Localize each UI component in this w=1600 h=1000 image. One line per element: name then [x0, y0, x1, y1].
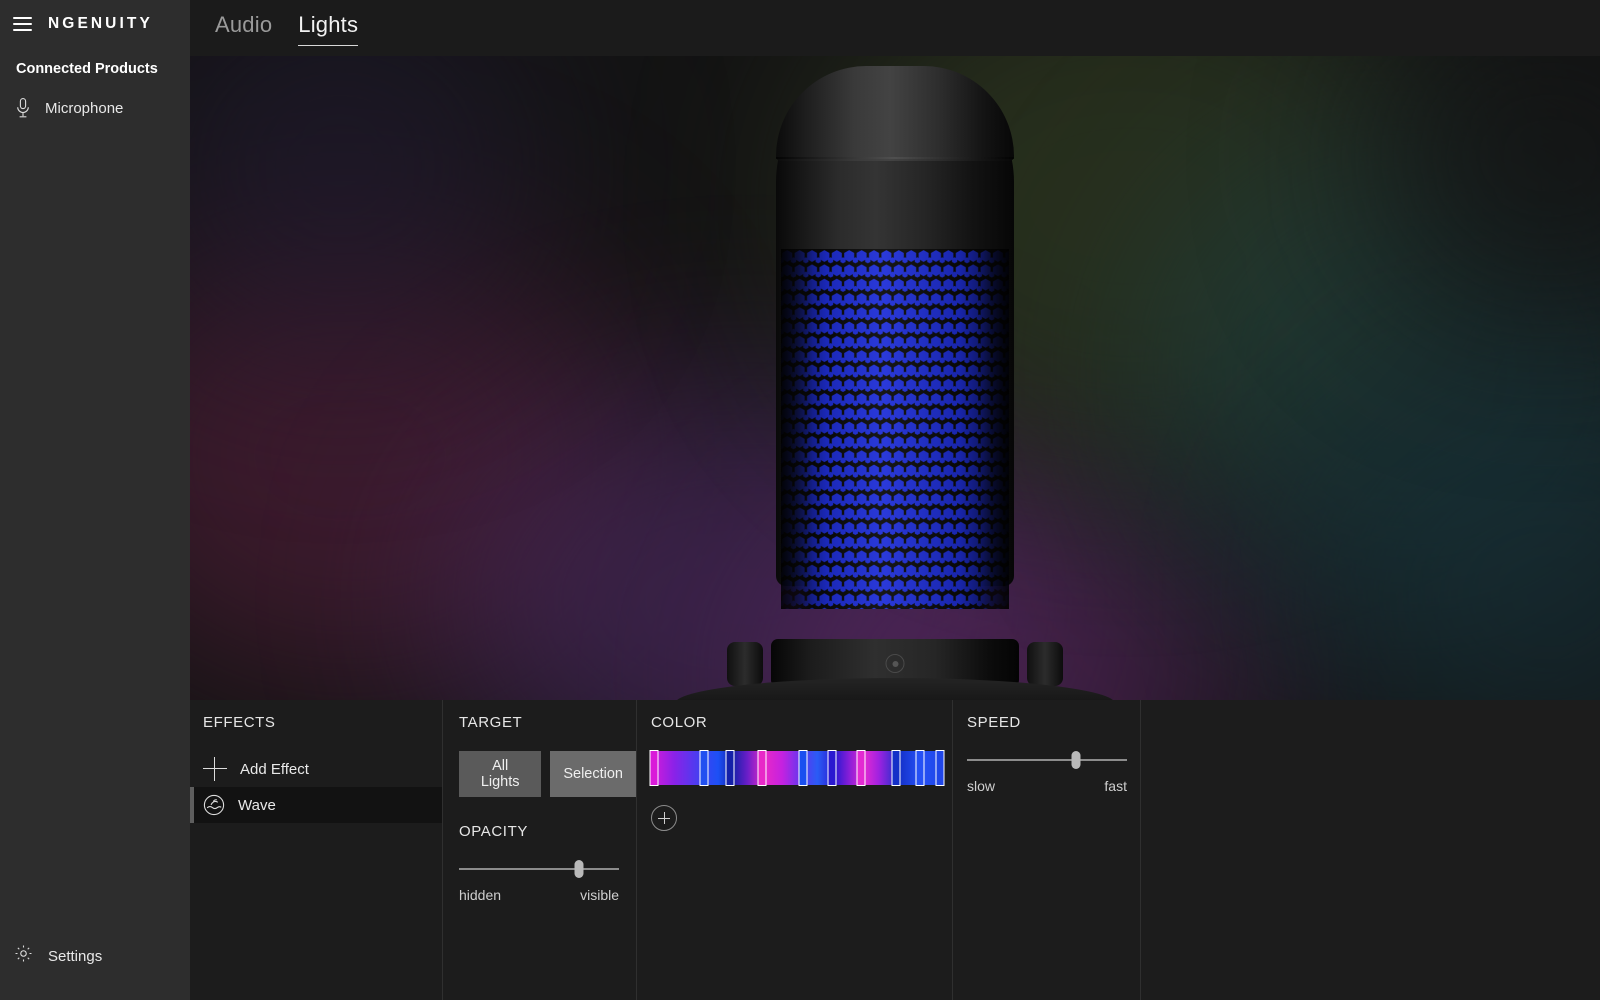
color-stop-handle[interactable]: [798, 750, 808, 786]
speed-slider-track: [967, 759, 1127, 761]
effect-item-label: Wave: [238, 796, 276, 814]
led-hex-array: [781, 249, 1009, 609]
add-color-button[interactable]: [651, 805, 677, 831]
color-stop-handle[interactable]: [915, 750, 925, 786]
effects-heading: EFFECTS: [203, 714, 276, 731]
add-effect-button[interactable]: Add Effect: [190, 751, 442, 787]
led-grille: [781, 249, 1009, 609]
target-selection-button[interactable]: Selection: [550, 751, 636, 797]
color-heading: COLOR: [651, 714, 708, 731]
speed-max-label: fast: [1104, 778, 1127, 794]
target-button-group: All Lights Selection: [459, 751, 636, 797]
opacity-max-label: visible: [580, 887, 619, 903]
effects-column: EFFECTS Add Effect Wave: [190, 700, 442, 1000]
color-stop-handle[interactable]: [649, 750, 659, 786]
mic-cap-seam: [776, 157, 1014, 159]
hamburger-icon[interactable]: [13, 17, 32, 31]
tab-lights[interactable]: Lights: [298, 0, 359, 46]
opacity-heading: OPACITY: [459, 823, 528, 840]
plus-icon: [203, 757, 227, 781]
brand-row: NGENUITY: [0, 0, 190, 48]
panel-empty-space: [1140, 700, 1600, 1000]
speed-slider[interactable]: [967, 751, 1127, 769]
app-window: NGENUITY Connected Products Microphone S…: [0, 0, 1600, 1000]
color-column: COLOR: [636, 700, 952, 1000]
target-all-lights-button[interactable]: All Lights: [459, 751, 542, 797]
opacity-slider-track: [459, 868, 619, 870]
effect-item-wave[interactable]: Wave: [190, 787, 442, 823]
speed-slider-thumb[interactable]: [1071, 751, 1081, 769]
settings-label: Settings: [48, 947, 103, 965]
wave-icon: [203, 794, 225, 816]
sidebar-item-settings[interactable]: Settings: [0, 944, 190, 968]
mic-knob-left: [727, 642, 763, 686]
microphone-icon: [15, 97, 31, 119]
microphone-render: [665, 56, 1125, 700]
color-stop-handle[interactable]: [699, 750, 709, 786]
mic-mute-button: [885, 654, 905, 673]
speed-slider-labels: slow fast: [967, 778, 1127, 794]
sidebar-item-label: Microphone: [45, 99, 124, 117]
color-gradient-bar[interactable]: [649, 750, 945, 786]
opacity-slider-thumb[interactable]: [574, 860, 584, 878]
speed-min-label: slow: [967, 778, 996, 794]
add-effect-label: Add Effect: [240, 760, 309, 778]
device-preview-stage: [190, 56, 1600, 700]
mic-knob-right: [1027, 642, 1063, 686]
color-stop-handle[interactable]: [827, 750, 837, 786]
tab-bar: Audio Lights: [190, 0, 1600, 56]
speed-heading: SPEED: [967, 714, 1021, 731]
target-heading: TARGET: [459, 714, 523, 731]
color-stop-handle[interactable]: [935, 750, 945, 786]
main-area: Audio Lights EFFECTS Add Effect Wave TAR…: [190, 0, 1600, 1000]
brand-title: NGENUITY: [48, 15, 153, 32]
color-stop-handle[interactable]: [856, 750, 866, 786]
gear-icon: [14, 944, 33, 968]
speed-column: SPEED slow fast: [952, 700, 1140, 1000]
tab-audio[interactable]: Audio: [215, 0, 272, 45]
color-stop-handle[interactable]: [725, 750, 735, 786]
color-stop-handle[interactable]: [757, 750, 767, 786]
opacity-slider-labels: hidden visible: [459, 887, 619, 903]
connected-products-heading: Connected Products: [16, 61, 158, 77]
sidebar-item-microphone[interactable]: Microphone: [0, 89, 190, 127]
opacity-slider[interactable]: [459, 860, 619, 878]
opacity-min-label: hidden: [459, 887, 502, 903]
effect-control-panel: EFFECTS Add Effect Wave TARGET All Light…: [190, 700, 1600, 1000]
color-stop-handle[interactable]: [891, 750, 901, 786]
target-column: TARGET All Lights Selection OPACITY hidd…: [442, 700, 636, 1000]
sidebar: NGENUITY Connected Products Microphone S…: [0, 0, 190, 1000]
mic-cap: [776, 66, 1014, 161]
